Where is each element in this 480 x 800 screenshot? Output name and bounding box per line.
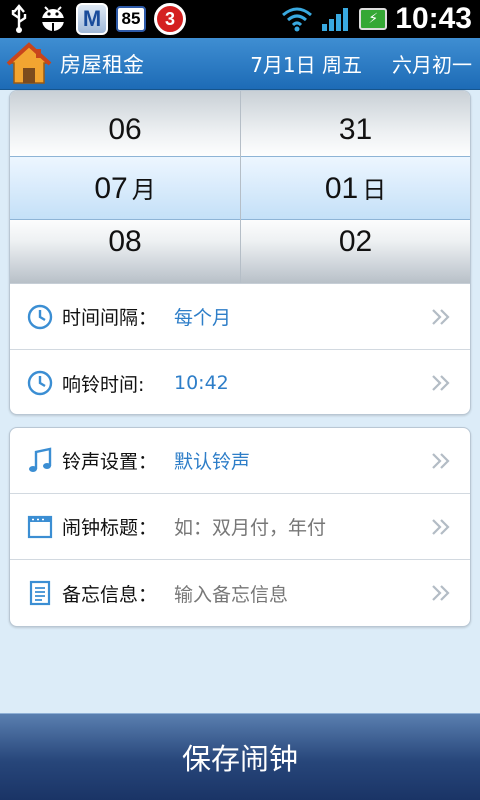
clock-icon [26,369,54,397]
usb-icon [8,4,30,34]
security-shield-icon: M [76,3,108,35]
day-wheel[interactable]: 31 01 日 02 [240,91,470,283]
chevron-right-icon [430,372,452,394]
chevron-right-icon [430,450,452,472]
chevron-right-icon [430,516,452,538]
memo-row[interactable]: 备忘信息： 输入备忘信息 [10,560,470,626]
notification-count-badge: 85 [116,6,146,32]
day-unit: 日 [362,176,387,204]
ringtone-value: 默认铃声 [174,451,251,473]
alarm-title-row[interactable]: 闹钟标题： 如：双月付，年付 [10,494,470,560]
title-bar: 房屋租金 7月1日 周五 六月初一 [0,38,480,90]
memo-input[interactable]: 输入备忘信息 [174,580,288,607]
header-lunar-date: 六月初一 [392,53,472,77]
alarm-title-input[interactable]: 如：双月付，年付 [174,513,326,540]
alarm-settings-card: 06 07 月 08 31 01 日 02 时间间隔： 每个月 响铃时间: 10:4… [9,90,471,415]
month-selected-value: 07 [94,172,128,205]
ringtone-row[interactable]: 铃声设置： 默认铃声 [10,428,470,494]
ring-time-label: 响铃时间: [62,373,145,396]
day-selected-value: 01 [324,172,359,205]
signal-strength-icon [321,6,351,32]
header-date: 7月1日 周五 [250,53,362,77]
date-picker[interactable]: 06 07 月 08 31 01 日 02 [10,91,470,284]
month-prev[interactable]: 06 [10,113,240,147]
interval-row[interactable]: 时间间隔： 每个月 [10,284,470,350]
day-selected[interactable]: 01 日 [241,170,470,206]
chevron-right-icon [430,306,452,328]
month-next[interactable]: 08 [10,225,240,259]
home-icon[interactable] [6,41,52,87]
ring-time-value: 10:42 [174,372,229,394]
memo-icon [26,579,54,607]
alarm-count-icon: 3 [154,3,186,35]
battery-charging-icon: ⚡ [359,8,388,30]
interval-label: 时间间隔： [62,307,158,329]
music-note-icon [26,447,54,475]
android-debug-icon [38,4,68,34]
save-alarm-button[interactable]: 保存闹钟 [0,713,480,800]
month-unit: 月 [131,176,156,204]
day-prev[interactable]: 31 [241,113,470,147]
status-bar: M 85 3 ⚡ 10:43 [0,0,480,38]
alarm-details-card: 铃声设置： 默认铃声 闹钟标题： 如：双月付，年付 备忘信息： 输入备忘信息 [9,427,471,627]
day-next[interactable]: 02 [241,225,470,259]
status-clock: 10:43 [395,2,472,35]
title-card-icon [26,513,54,541]
page-title: 房屋租金 [60,52,144,77]
clock-icon [26,303,54,331]
month-selected[interactable]: 07 月 [10,170,240,206]
wifi-icon [281,6,313,32]
interval-value: 每个月 [174,307,232,329]
alarm-title-label: 闹钟标题： [62,517,158,539]
memo-label: 备忘信息： [62,583,158,606]
month-wheel[interactable]: 06 07 月 08 [10,91,240,283]
ring-time-row[interactable]: 响铃时间: 10:42 [10,350,470,414]
chevron-right-icon [430,582,452,604]
ringtone-label: 铃声设置： [62,451,158,473]
